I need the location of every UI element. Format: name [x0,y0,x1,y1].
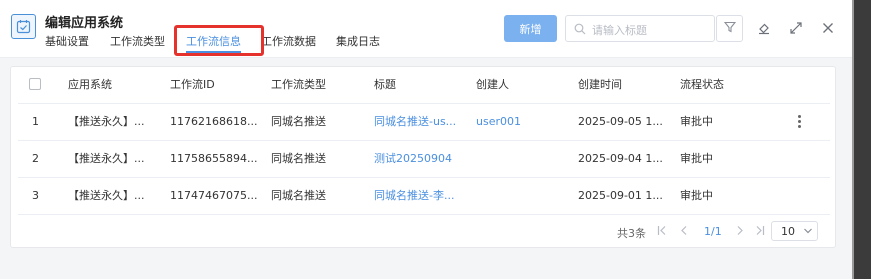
row-index: 2 [32,152,39,165]
row-creator-link[interactable]: user001 [476,104,521,140]
table-header-row: 应用系统 工作流ID 工作流类型 标题 创建人 创建时间 流程状态 [11,67,831,103]
row-workflow-type: 同城名推送 [271,189,326,202]
divider [18,214,830,215]
filter-button[interactable] [716,15,743,42]
row-workflow-type: 同城名推送 [271,152,326,165]
tab-workflow-types[interactable]: 工作流类型 [110,33,165,49]
table-row[interactable]: 3 【推送永久】... 11747467075... 同城名推送 同城名推送-李… [11,178,831,214]
page-title: 编辑应用系统 [45,16,124,31]
row-status: 审批中 [680,189,713,202]
filter-icon [723,21,736,36]
table-row[interactable]: 1 【推送永久】... 11762168618... 同城名推送 同城名推送-u… [11,104,831,140]
row-app: 【推送永久】... [68,189,145,202]
select-all-checkbox[interactable] [29,78,41,90]
page-size-select[interactable]: 10 [771,221,818,241]
first-page-icon[interactable] [657,225,667,239]
row-title-link[interactable]: 同城名推送-us... [374,104,468,140]
search-placeholder: 请输入标题 [592,24,647,37]
prev-page-icon[interactable] [680,225,688,239]
row-index: 1 [32,115,39,128]
row-app: 【推送永久】... [68,115,145,128]
column-header-title[interactable]: 标题 [374,67,396,103]
maximize-icon[interactable] [788,20,804,36]
pagination: 共3条 1/1 10 [11,221,831,241]
column-header-status[interactable]: 流程状态 [680,67,724,103]
row-workflow-id: 11747467075... [170,189,258,202]
row-title-link[interactable]: 测试20250904 [374,141,468,177]
tab-integration-log[interactable]: 集成日志 [336,33,380,49]
scrollbar[interactable] [852,0,871,279]
column-header-created-time[interactable]: 创建时间 [578,67,622,103]
row-created-time: 2025-09-05 1... [578,115,663,128]
workflow-table: 应用系统 工作流ID 工作流类型 标题 创建人 创建时间 流程状态 1 【推送永… [10,66,836,248]
close-icon[interactable] [820,20,836,36]
column-header-workflow-type[interactable]: 工作流类型 [271,67,326,103]
page-size-value: 10 [781,225,795,238]
row-status: 审批中 [680,152,713,165]
row-app: 【推送永久】... [68,152,145,165]
column-header-creator[interactable]: 创建人 [476,67,509,103]
search-input[interactable]: 请输入标题 [565,15,715,42]
dialog-header: 编辑应用系统 基础设置 工作流类型 工作流信息 工作流数据 集成日志 新增 请输… [0,0,852,58]
row-workflow-type: 同城名推送 [271,115,326,128]
tab-basic-settings[interactable]: 基础设置 [45,33,89,49]
row-created-time: 2025-09-01 1... [578,189,663,202]
pagination-total: 共3条 [617,227,646,240]
app-icon [11,14,36,39]
chevron-down-icon [803,226,813,239]
tab-workflow-data[interactable]: 工作流数据 [261,33,316,49]
column-header-workflow-id[interactable]: 工作流ID [170,67,215,103]
row-index: 3 [32,189,39,202]
row-title-link[interactable]: 同城名推送-李... [374,178,468,214]
last-page-icon[interactable] [755,225,765,239]
more-actions-icon[interactable] [796,114,802,130]
clear-icon[interactable] [756,20,772,36]
current-page: 1/1 [704,225,722,238]
row-status: 审批中 [680,115,713,128]
search-icon [574,23,586,38]
table-row[interactable]: 2 【推送永久】... 11758655894... 同城名推送 测试20250… [11,141,831,177]
row-created-time: 2025-09-04 1... [578,152,663,165]
scrollbar-edge [852,0,854,279]
row-workflow-id: 11762168618... [170,115,258,128]
add-button[interactable]: 新增 [504,15,557,42]
row-workflow-id: 11758655894... [170,152,258,165]
next-page-icon[interactable] [736,225,744,239]
tab-workflow-info[interactable]: 工作流信息 [186,33,241,53]
column-header-app[interactable]: 应用系统 [68,67,112,103]
